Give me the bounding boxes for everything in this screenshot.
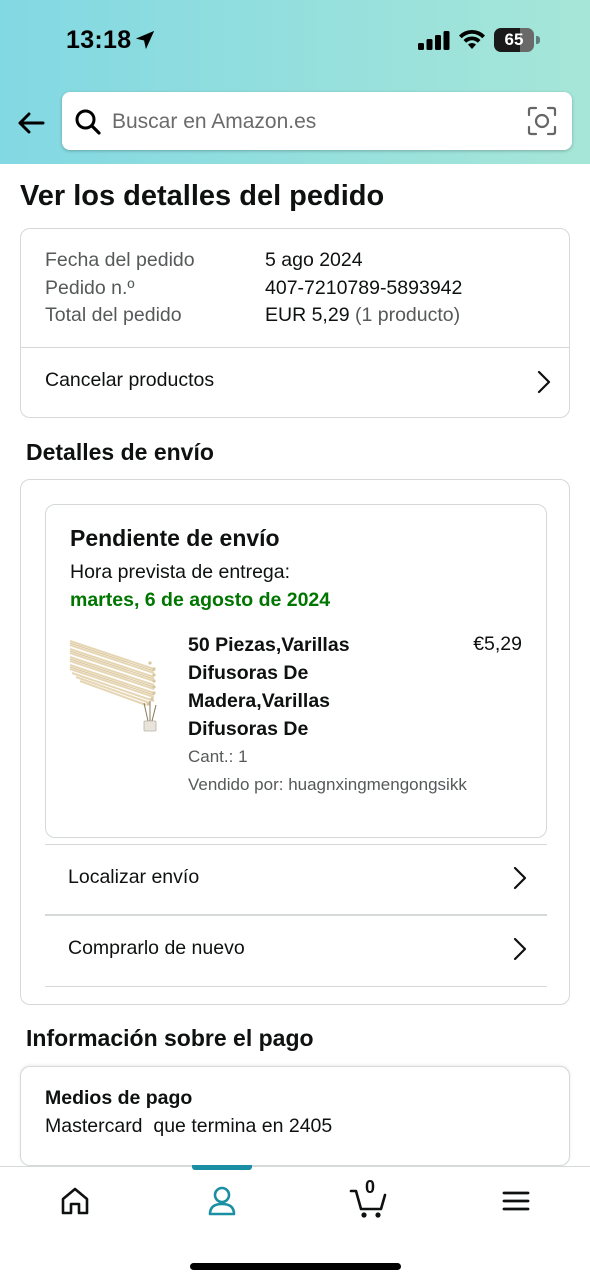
product-image[interactable] xyxy=(68,629,160,733)
bottom-navigation: 0 xyxy=(0,1165,590,1280)
shipping-section-title: Detalles de envío xyxy=(26,439,214,465)
order-summary-card: Fecha del pedido 5 ago 2024 Pedido n.º 4… xyxy=(20,228,570,418)
cart-button[interactable]: 0 xyxy=(349,1177,389,1221)
search-icon xyxy=(75,109,101,135)
search-placeholder: Buscar en Amazon.es xyxy=(112,110,317,133)
chevron-right-icon xyxy=(537,370,551,394)
account-icon[interactable] xyxy=(202,1181,242,1221)
product-quantity: Cant.: 1 xyxy=(188,747,248,766)
divider xyxy=(45,986,547,987)
chevron-right-icon xyxy=(513,866,527,890)
delivery-date: martes, 6 de agosto de 2024 xyxy=(70,589,331,611)
chevron-right-icon xyxy=(513,937,527,961)
battery-level: 65 xyxy=(504,30,524,49)
menu-icon[interactable] xyxy=(496,1181,536,1221)
battery-icon: 65 xyxy=(494,28,540,52)
shipping-card: Pendiente de envío Hora prevista de entr… xyxy=(20,479,570,1005)
home-icon[interactable] xyxy=(55,1181,95,1221)
product-title[interactable]: 50 Piezas,Varillas Difusoras De Madera,V… xyxy=(188,631,398,743)
buy-again-row[interactable]: Comprarlo de nuevo xyxy=(21,916,569,986)
page-title: Ver los detalles del pedido xyxy=(20,180,385,212)
status-time: 13:18 xyxy=(66,26,132,54)
delivery-label: Hora prevista de entrega: xyxy=(70,561,291,583)
order-total-value: EUR 5,29 (1 producto) xyxy=(265,304,460,327)
payment-method-value: Mastercard que termina en 2405 xyxy=(45,1115,333,1137)
payment-section-title: Información sobre el pago xyxy=(26,1025,314,1051)
track-shipment-row[interactable]: Localizar envío xyxy=(21,845,569,915)
product-seller: Vendido por: huagnxingmengongsikk xyxy=(188,775,467,794)
order-total-amount: EUR 5,29 xyxy=(265,304,350,326)
shipment-status: Pendiente de envío xyxy=(70,525,280,551)
payment-methods-title: Medios de pago xyxy=(45,1087,193,1109)
back-arrow-icon[interactable] xyxy=(14,106,48,140)
shipment-card: Pendiente de envío Hora prevista de entr… xyxy=(45,504,547,838)
order-date-value: 5 ago 2024 xyxy=(265,249,363,271)
location-arrow-icon xyxy=(135,30,155,50)
wifi-icon xyxy=(459,29,485,49)
status-bar: 13:18 65 xyxy=(0,22,590,58)
home-indicator xyxy=(190,1263,401,1270)
cart-count: 0 xyxy=(365,1177,376,1197)
cellular-signal-icon xyxy=(418,31,450,50)
buy-again-label: Comprarlo de nuevo xyxy=(68,937,245,959)
cancel-products-row[interactable]: Cancelar productos xyxy=(21,348,569,418)
order-total-count: (1 producto) xyxy=(354,304,461,326)
order-number-label: Pedido n.º xyxy=(45,277,135,299)
cancel-products-label: Cancelar productos xyxy=(45,369,215,391)
payment-card: Medios de pago Mastercard que termina en… xyxy=(20,1066,570,1166)
track-shipment-label: Localizar envío xyxy=(68,866,200,888)
product-price: €5,29 xyxy=(473,633,522,655)
order-number-value: 407-7210789-5893942 xyxy=(265,277,463,299)
app-header: 13:18 65 Buscar en Amazon.es xyxy=(0,0,590,164)
active-tab-indicator xyxy=(192,1165,252,1170)
search-input[interactable]: Buscar en Amazon.es xyxy=(62,92,572,150)
order-date-label: Fecha del pedido xyxy=(45,249,195,271)
order-total-label: Total del pedido xyxy=(45,304,182,326)
camera-search-icon[interactable] xyxy=(526,105,558,137)
